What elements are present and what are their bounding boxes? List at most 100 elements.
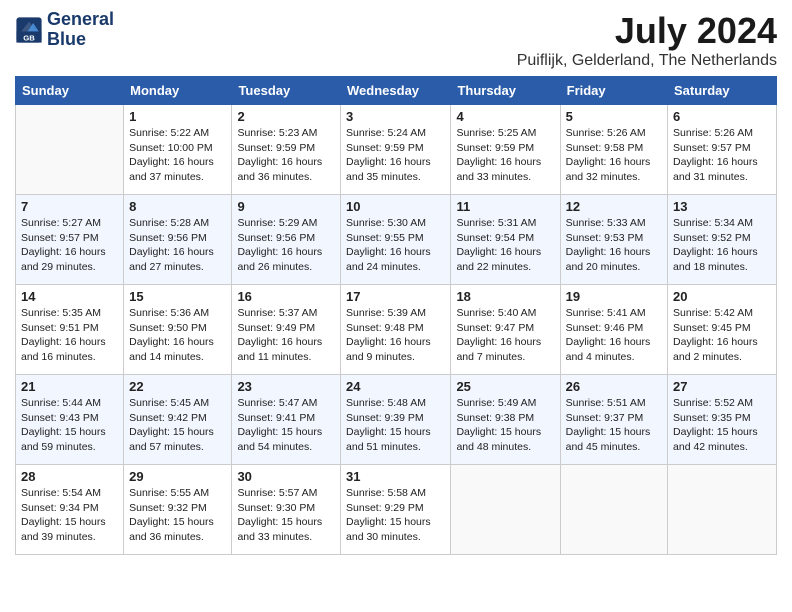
- calendar-cell: 4 Sunrise: 5:25 AMSunset: 9:59 PMDaylight…: [451, 105, 560, 195]
- calendar-cell: 21 Sunrise: 5:44 AMSunset: 9:43 PMDayligh…: [16, 375, 124, 465]
- calendar-cell: 8 Sunrise: 5:28 AMSunset: 9:56 PMDaylight…: [124, 195, 232, 285]
- calendar-cell: 1 Sunrise: 5:22 AMSunset: 10:00 PMDayligh…: [124, 105, 232, 195]
- calendar-cell: 9 Sunrise: 5:29 AMSunset: 9:56 PMDaylight…: [232, 195, 341, 285]
- day-number: 27: [673, 379, 771, 394]
- day-info: Sunrise: 5:42 AMSunset: 9:45 PMDaylight:…: [673, 306, 771, 365]
- page-header: GB General Blue July 2024 Puiflijk, Geld…: [15, 10, 777, 70]
- calendar-cell: 12Sunrise: 5:33 AMSunset: 9:53 PMDayligh…: [560, 195, 667, 285]
- day-info: Sunrise: 5:34 AMSunset: 9:52 PMDaylight:…: [673, 216, 771, 275]
- day-number: 9: [237, 199, 335, 214]
- header-thursday: Thursday: [451, 77, 560, 105]
- day-number: 20: [673, 289, 771, 304]
- day-info: Sunrise: 5:25 AMSunset: 9:59 PMDaylight:…: [456, 126, 554, 185]
- day-number: 10: [346, 199, 445, 214]
- day-info: Sunrise: 5:47 AMSunset: 9:41 PMDaylight:…: [237, 396, 335, 455]
- calendar-cell: 5 Sunrise: 5:26 AMSunset: 9:58 PMDaylight…: [560, 105, 667, 195]
- day-number: 15: [129, 289, 226, 304]
- day-info: Sunrise: 5:23 AMSunset: 9:59 PMDaylight:…: [237, 126, 335, 185]
- calendar-cell: 26 Sunrise: 5:51 AMSunset: 9:37 PMDayligh…: [560, 375, 667, 465]
- calendar-cell: 13 Sunrise: 5:34 AMSunset: 9:52 PMDayligh…: [668, 195, 777, 285]
- calendar-cell: 6Sunrise: 5:26 AMSunset: 9:57 PMDaylight…: [668, 105, 777, 195]
- calendar-table: SundayMondayTuesdayWednesdayThursdayFrid…: [15, 76, 777, 555]
- day-info: Sunrise: 5:29 AMSunset: 9:56 PMDaylight:…: [237, 216, 335, 275]
- header-sunday: Sunday: [16, 77, 124, 105]
- calendar-cell: [451, 465, 560, 555]
- day-info: Sunrise: 5:30 AMSunset: 9:55 PMDaylight:…: [346, 216, 445, 275]
- calendar-week-3: 14Sunrise: 5:35 AMSunset: 9:51 PMDayligh…: [16, 285, 777, 375]
- header-wednesday: Wednesday: [341, 77, 451, 105]
- day-number: 19: [566, 289, 662, 304]
- day-info: Sunrise: 5:28 AMSunset: 9:56 PMDaylight:…: [129, 216, 226, 275]
- calendar-cell: 16 Sunrise: 5:37 AMSunset: 9:49 PMDayligh…: [232, 285, 341, 375]
- day-number: 23: [237, 379, 335, 394]
- day-info: Sunrise: 5:35 AMSunset: 9:51 PMDaylight:…: [21, 306, 118, 365]
- header-tuesday: Tuesday: [232, 77, 341, 105]
- day-number: 29: [129, 469, 226, 484]
- location-title: Puiflijk, Gelderland, The Netherlands: [517, 52, 777, 70]
- day-info: Sunrise: 5:26 AMSunset: 9:57 PMDaylight:…: [673, 126, 771, 185]
- calendar-cell: 25 Sunrise: 5:49 AMSunset: 9:38 PMDayligh…: [451, 375, 560, 465]
- calendar-cell: 24 Sunrise: 5:48 AMSunset: 9:39 PMDayligh…: [341, 375, 451, 465]
- calendar-week-2: 7Sunrise: 5:27 AMSunset: 9:57 PMDaylight…: [16, 195, 777, 285]
- calendar-cell: 15 Sunrise: 5:36 AMSunset: 9:50 PMDayligh…: [124, 285, 232, 375]
- calendar-cell: 20 Sunrise: 5:42 AMSunset: 9:45 PMDayligh…: [668, 285, 777, 375]
- day-info: Sunrise: 5:33 AMSunset: 9:53 PMDaylight:…: [566, 216, 662, 275]
- title-area: July 2024 Puiflijk, Gelderland, The Neth…: [517, 10, 777, 70]
- calendar-cell: 10 Sunrise: 5:30 AMSunset: 9:55 PMDayligh…: [341, 195, 451, 285]
- day-info: Sunrise: 5:44 AMSunset: 9:43 PMDaylight:…: [21, 396, 118, 455]
- day-info: Sunrise: 5:36 AMSunset: 9:50 PMDaylight:…: [129, 306, 226, 365]
- calendar-cell: 11Sunrise: 5:31 AMSunset: 9:54 PMDayligh…: [451, 195, 560, 285]
- day-number: 18: [456, 289, 554, 304]
- day-info: Sunrise: 5:22 AMSunset: 10:00 PMDaylight…: [129, 126, 226, 185]
- day-number: 16: [237, 289, 335, 304]
- day-number: 5: [566, 109, 662, 124]
- day-number: 26: [566, 379, 662, 394]
- calendar-cell: [16, 105, 124, 195]
- calendar-cell: 23 Sunrise: 5:47 AMSunset: 9:41 PMDayligh…: [232, 375, 341, 465]
- calendar-cell: 3Sunrise: 5:24 AMSunset: 9:59 PMDaylight…: [341, 105, 451, 195]
- calendar-week-1: 1 Sunrise: 5:22 AMSunset: 10:00 PMDayligh…: [16, 105, 777, 195]
- day-number: 25: [456, 379, 554, 394]
- day-info: Sunrise: 5:41 AMSunset: 9:46 PMDaylight:…: [566, 306, 662, 365]
- calendar-cell: 17Sunrise: 5:39 AMSunset: 9:48 PMDayligh…: [341, 285, 451, 375]
- calendar-cell: 19 Sunrise: 5:41 AMSunset: 9:46 PMDayligh…: [560, 285, 667, 375]
- calendar-cell: 31Sunrise: 5:58 AMSunset: 9:29 PMDayligh…: [341, 465, 451, 555]
- day-number: 28: [21, 469, 118, 484]
- day-info: Sunrise: 5:54 AMSunset: 9:34 PMDaylight:…: [21, 486, 118, 545]
- calendar-cell: 29 Sunrise: 5:55 AMSunset: 9:32 PMDayligh…: [124, 465, 232, 555]
- day-number: 7: [21, 199, 118, 214]
- day-number: 24: [346, 379, 445, 394]
- day-info: Sunrise: 5:49 AMSunset: 9:38 PMDaylight:…: [456, 396, 554, 455]
- day-number: 8: [129, 199, 226, 214]
- day-info: Sunrise: 5:24 AMSunset: 9:59 PMDaylight:…: [346, 126, 445, 185]
- day-number: 2: [237, 109, 335, 124]
- day-info: Sunrise: 5:26 AMSunset: 9:58 PMDaylight:…: [566, 126, 662, 185]
- calendar-cell: [560, 465, 667, 555]
- day-info: Sunrise: 5:51 AMSunset: 9:37 PMDaylight:…: [566, 396, 662, 455]
- logo-line2: Blue: [47, 30, 114, 50]
- header-monday: Monday: [124, 77, 232, 105]
- day-number: 1: [129, 109, 226, 124]
- calendar-week-5: 28 Sunrise: 5:54 AMSunset: 9:34 PMDayligh…: [16, 465, 777, 555]
- day-info: Sunrise: 5:45 AMSunset: 9:42 PMDaylight:…: [129, 396, 226, 455]
- calendar-cell: 2 Sunrise: 5:23 AMSunset: 9:59 PMDaylight…: [232, 105, 341, 195]
- header-saturday: Saturday: [668, 77, 777, 105]
- logo-line1: General: [47, 10, 114, 30]
- calendar-cell: 22Sunrise: 5:45 AMSunset: 9:42 PMDayligh…: [124, 375, 232, 465]
- day-info: Sunrise: 5:31 AMSunset: 9:54 PMDaylight:…: [456, 216, 554, 275]
- day-number: 13: [673, 199, 771, 214]
- day-number: 17: [346, 289, 445, 304]
- day-info: Sunrise: 5:48 AMSunset: 9:39 PMDaylight:…: [346, 396, 445, 455]
- calendar-cell: 18Sunrise: 5:40 AMSunset: 9:47 PMDayligh…: [451, 285, 560, 375]
- svg-text:GB: GB: [23, 33, 35, 42]
- month-title: July 2024: [517, 10, 777, 52]
- day-number: 4: [456, 109, 554, 124]
- day-info: Sunrise: 5:57 AMSunset: 9:30 PMDaylight:…: [237, 486, 335, 545]
- calendar-cell: 7Sunrise: 5:27 AMSunset: 9:57 PMDaylight…: [16, 195, 124, 285]
- header-friday: Friday: [560, 77, 667, 105]
- day-number: 30: [237, 469, 335, 484]
- day-info: Sunrise: 5:37 AMSunset: 9:49 PMDaylight:…: [237, 306, 335, 365]
- day-info: Sunrise: 5:58 AMSunset: 9:29 PMDaylight:…: [346, 486, 445, 545]
- day-info: Sunrise: 5:55 AMSunset: 9:32 PMDaylight:…: [129, 486, 226, 545]
- day-number: 21: [21, 379, 118, 394]
